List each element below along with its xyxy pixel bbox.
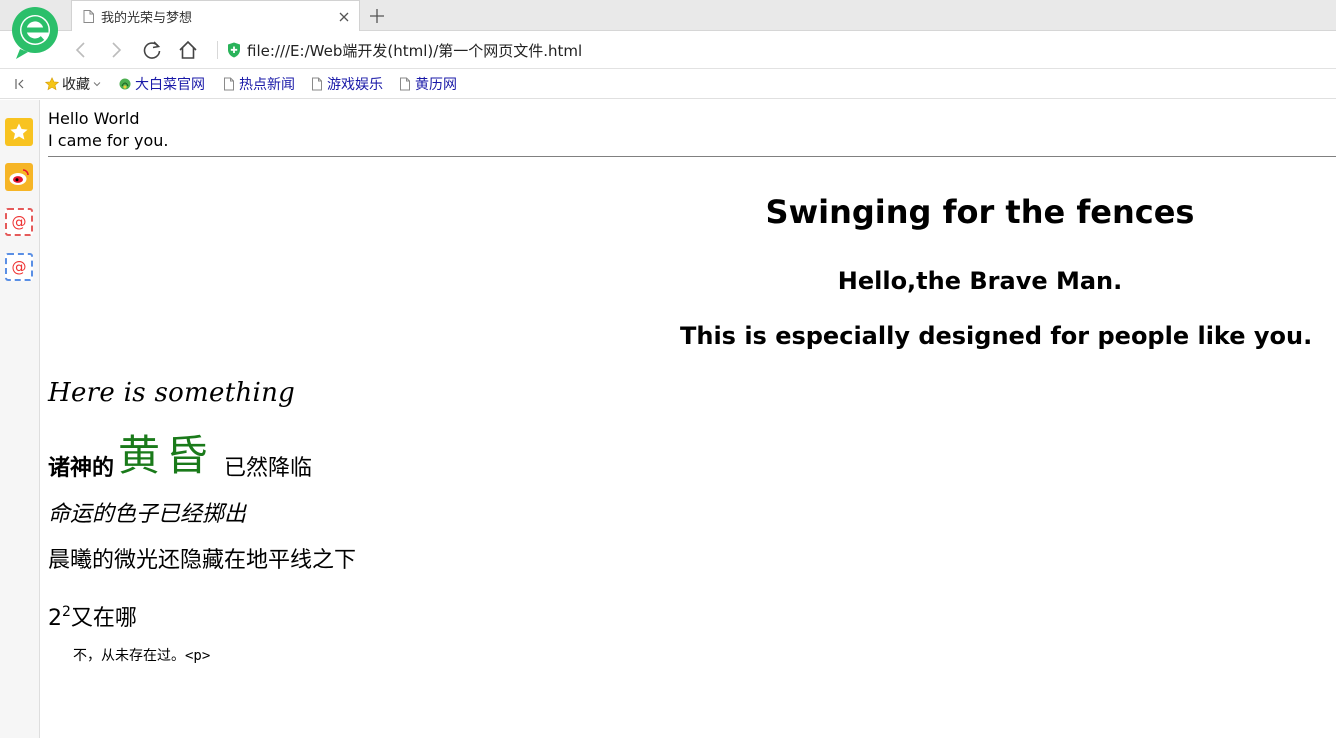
mail-icon: @: [12, 258, 27, 276]
address-input[interactable]: [247, 40, 1327, 62]
new-tab-button[interactable]: [366, 5, 388, 27]
address-separator: [217, 41, 218, 59]
heading-3: This is especially designed for people l…: [680, 322, 1313, 350]
collapse-left-icon: [15, 79, 24, 89]
cursive-text: Here is something: [48, 378, 296, 408]
plus-icon: [370, 9, 384, 23]
bookmark-item-games[interactable]: 游戏娱乐: [310, 74, 383, 94]
close-icon: [339, 12, 349, 21]
page-icon: [312, 77, 322, 91]
heading-2: Hello,the Brave Man.: [837, 267, 1123, 295]
close-tab-button[interactable]: [335, 8, 353, 26]
page-icon: [224, 77, 234, 91]
bookmark-item-dabaicai[interactable]: 大白菜官网: [118, 74, 205, 94]
sidebar-mail-button[interactable]: @: [5, 253, 33, 281]
italic-text: 命运的色子已经掷出: [48, 502, 247, 527]
sidebar-weibo-button[interactable]: [5, 163, 33, 191]
cabbage-icon: [119, 78, 131, 90]
forward-arrow-icon: [112, 42, 122, 58]
back-arrow-icon: [75, 42, 85, 58]
star-icon: [10, 123, 28, 140]
bookmark-label: 大白菜官网: [135, 77, 205, 93]
base-number: 2: [48, 606, 62, 631]
sidebar-toggle-button[interactable]: [13, 76, 29, 92]
sidebar-mail-button[interactable]: @: [5, 208, 33, 236]
bold-text: 诸神的: [48, 456, 115, 481]
bookmark-label: 收藏: [62, 77, 90, 93]
tab-active[interactable]: 我的光荣与梦想: [71, 0, 360, 32]
bookmark-label: 游戏娱乐: [327, 77, 383, 93]
svg-text:@: @: [12, 213, 27, 231]
sidebar: @ @: [0, 100, 40, 738]
home-button[interactable]: [176, 38, 200, 62]
forward-button[interactable]: [104, 38, 128, 62]
sidebar-favorites-button[interactable]: [5, 118, 33, 146]
came-text: I came for you.: [48, 131, 169, 150]
bookmark-label: 热点新闻: [239, 77, 295, 93]
bookmark-label: 黄历网: [415, 77, 457, 93]
bookmark-favorites[interactable]: 收藏: [45, 74, 101, 94]
superscript-line: 22又在哪: [48, 597, 137, 634]
hello-text: Hello World: [48, 109, 140, 128]
horizontal-rule: [48, 156, 1336, 157]
tab-strip: 我的光荣与梦想: [0, 0, 1336, 32]
back-button[interactable]: [69, 38, 93, 62]
refresh-button[interactable]: [140, 38, 164, 62]
browser-logo[interactable]: [10, 5, 60, 61]
page-icon: [83, 10, 94, 23]
navigation-bar: [0, 31, 1336, 69]
svg-text:@: @: [12, 258, 27, 276]
bookmarks-bar: 收藏 大白菜官网 热点新闻 游戏娱乐 黄历网: [0, 70, 1336, 99]
mail-icon: @: [12, 213, 27, 231]
green-large-text: 黄昏: [118, 431, 215, 480]
plain-text: 已然降临: [224, 456, 313, 481]
preformatted-text: 不，从未存在过。<p>: [73, 648, 211, 664]
weibo-icon: [9, 169, 29, 185]
chevron-down-icon: [93, 82, 101, 87]
question-text: 又在哪: [70, 606, 137, 631]
exponent: 2: [62, 604, 71, 620]
star-icon: [45, 77, 59, 91]
shield-icon[interactable]: [227, 42, 241, 58]
bookmark-item-almanac[interactable]: 黄历网: [398, 74, 457, 94]
page-icon: [400, 77, 410, 91]
bookmark-item-hot-news[interactable]: 热点新闻: [222, 74, 295, 94]
gods-line: 诸神的 黄昏 已然降临: [48, 427, 312, 483]
refresh-icon: [143, 41, 161, 59]
home-icon: [179, 40, 197, 59]
web-page-content: Hello World I came for you. Swinging for…: [48, 100, 1336, 738]
tab-title: 我的光荣与梦想: [101, 11, 193, 26]
heading-1: Swinging for the fences: [765, 193, 1195, 231]
dawn-text: 晨曦的微光还隐藏在地平线之下: [48, 548, 357, 573]
